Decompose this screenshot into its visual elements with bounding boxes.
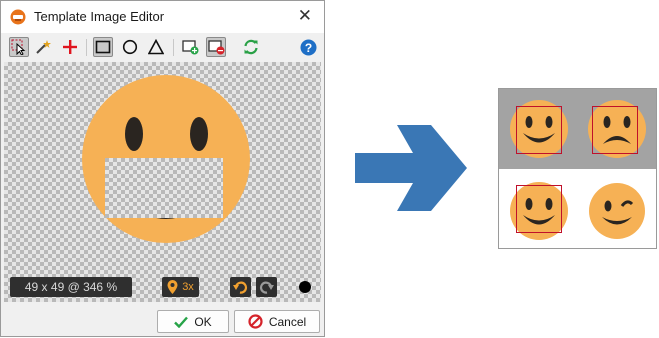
redo-icon [259,281,274,294]
image-size-zoom-info: 49 x 49 @ 346 % [10,277,132,297]
triangle-tool-button[interactable] [146,37,166,57]
cancel-button[interactable]: Cancel [234,310,320,333]
pin-zoom-button[interactable]: 3x [162,277,199,297]
color-swatch-icon[interactable] [299,281,311,293]
help-button[interactable]: ? [298,37,318,57]
ok-label: OK [194,314,212,329]
right-arrow-icon [355,125,467,211]
refresh-button[interactable] [241,37,261,57]
matching-result-preview [498,88,657,249]
select-tool-button[interactable] [9,37,29,57]
match-box [516,106,562,154]
toolbar: ? [1,34,324,61]
undo-button[interactable] [230,277,251,297]
help-icon: ? [300,39,316,55]
winking-face-icon [589,183,645,239]
match-box [592,106,638,154]
triangle-shape-icon [148,39,164,55]
add-point-button[interactable] [60,37,80,57]
close-icon[interactable]: ✕ [298,6,312,26]
cancel-icon [248,314,263,329]
remove-region-icon [207,40,224,55]
remove-region-button[interactable] [206,37,226,57]
circle-tool-button[interactable] [120,37,140,57]
svg-text:?: ? [304,40,311,54]
magic-wand-button[interactable] [33,37,53,57]
magic-wand-icon [36,40,51,54]
excluded-region[interactable] [105,158,223,218]
pin-zoom-label: 3x [182,281,194,293]
rectangle-tool-button[interactable] [93,37,113,57]
check-icon [174,316,189,328]
circle-shape-icon [122,39,138,55]
select-cursor-icon [11,39,26,55]
rectangle-shape-icon [95,40,111,54]
add-point-icon [63,40,77,54]
ok-button[interactable]: OK [157,310,229,333]
template-canvas[interactable]: 49 x 49 @ 346 % 3x [4,62,321,302]
toolbar-separator [86,39,87,56]
location-pin-icon [167,280,178,294]
refresh-icon [244,39,258,55]
toolbar-separator [173,39,174,56]
add-region-button[interactable] [180,37,200,57]
add-region-icon [181,40,198,55]
redo-button[interactable] [256,277,277,297]
cancel-label: Cancel [268,314,307,329]
app-logo-icon [10,9,26,25]
template-image-editor-dialog: Template Image Editor ✕ ? 49 x 49 @ 346 … [0,0,325,337]
undo-icon [233,281,248,294]
window-title: Template Image Editor [34,9,165,24]
match-box [516,185,562,233]
title-bar: Template Image Editor ✕ [1,1,324,33]
